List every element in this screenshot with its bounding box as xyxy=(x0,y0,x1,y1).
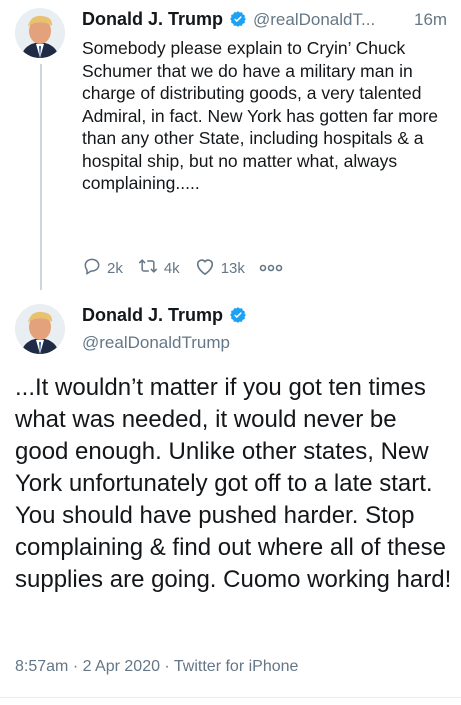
author-name[interactable]: Donald J. Trump xyxy=(82,305,223,325)
tweet2-text: ...It wouldn’t matter if you got ten tim… xyxy=(15,374,452,593)
retweet-button[interactable]: 4k xyxy=(137,256,180,280)
tweet1-header: Donald J. Trump @realDonaldT... xyxy=(82,9,375,33)
reply-icon xyxy=(82,256,107,280)
retweet-count: 4k xyxy=(163,259,180,277)
author-name[interactable]: Donald J. Trump xyxy=(82,9,223,29)
tweet-timestamp[interactable]: 8:57am · 2 Apr 2020 · Twitter for iPhone xyxy=(15,658,298,676)
tweet2-header: Donald J. Trump xyxy=(82,305,247,329)
tweet1-text: Somebody please explain to Cryin’ Chuck … xyxy=(82,38,438,193)
tweet-time[interactable]: 16m xyxy=(414,10,447,30)
verified-badge-icon xyxy=(229,10,247,33)
thread-line xyxy=(40,64,42,290)
like-icon xyxy=(194,256,221,280)
reply-button[interactable]: 2k xyxy=(82,256,123,280)
avatar[interactable] xyxy=(15,304,65,354)
avatar[interactable] xyxy=(15,8,65,58)
author-handle[interactable]: @realDonaldT... xyxy=(253,10,375,29)
more-button[interactable] xyxy=(259,260,288,277)
like-count: 13k xyxy=(220,259,245,277)
retweet-icon xyxy=(137,256,164,280)
verified-badge-icon xyxy=(229,306,247,329)
like-button[interactable]: 13k xyxy=(194,256,245,280)
author-handle[interactable]: @realDonaldTrump xyxy=(82,333,230,353)
reply-count: 2k xyxy=(107,259,123,277)
tweet-actions: 2k 4k 13k xyxy=(82,256,302,280)
more-icon xyxy=(259,260,288,277)
divider xyxy=(0,697,461,698)
